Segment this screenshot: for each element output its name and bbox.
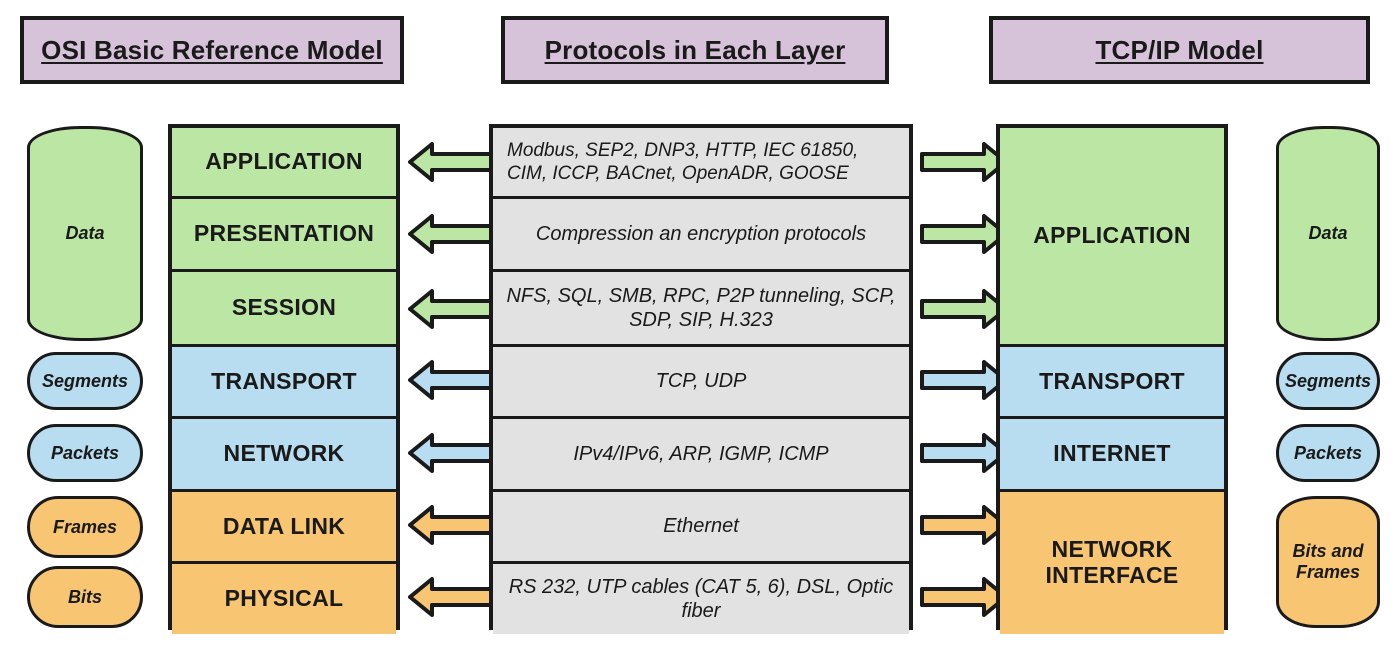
osi-data-unit-packets: Packets: [27, 424, 143, 482]
header-tcpip: TCP/IP Model: [989, 16, 1370, 84]
osi-data-unit-frames: Frames: [27, 496, 143, 558]
osi-layer-session[interactable]: SESSION: [172, 272, 396, 347]
arrow-right-transport-icon: [920, 359, 1008, 401]
osi-layer-presentation[interactable]: PRESENTATION: [172, 199, 396, 272]
protocols-row-physical: RS 232, UTP cables (CAT 5, 6), DSL, Opti…: [493, 564, 909, 634]
osi-layer-presentation-label: PRESENTATION: [193, 220, 375, 247]
arrow-left-physical-icon: [408, 576, 496, 618]
osi-layer-transport-label: TRANSPORT: [211, 367, 357, 394]
osi-data-unit-packets-label: Packets: [50, 442, 120, 463]
osi-layer-physical[interactable]: PHYSICAL: [172, 564, 396, 634]
tcpip-layer-internet[interactable]: INTERNET: [1000, 419, 1224, 492]
osi-layer-transport[interactable]: TRANSPORT: [172, 347, 396, 419]
protocols-row-data-link: Ethernet: [493, 492, 909, 564]
osi-layer-data-link[interactable]: DATA LINK: [172, 492, 396, 564]
arrow-right-session-icon: [920, 288, 1008, 330]
tcpip-layer-network-interface[interactable]: NETWORK INTERFACE: [1000, 492, 1224, 634]
osi-data-unit-segments: Segments: [27, 352, 143, 410]
osi-data-unit-bits: Bits: [27, 566, 143, 628]
osi-layer-data-link-label: DATA LINK: [222, 512, 346, 539]
protocols-row-session: NFS, SQL, SMB, RPC, P2P tunneling, SCP, …: [493, 272, 909, 347]
osi-layer-session-label: SESSION: [231, 294, 337, 321]
protocols-row-presentation-text: Compression an encryption protocols: [535, 222, 867, 245]
osi-data-unit-frames-label: Frames: [52, 516, 118, 537]
osi-data-unit-bits-label: Bits: [67, 586, 102, 607]
osi-layer-physical-label: PHYSICAL: [224, 585, 344, 612]
protocols-row-session-text: NFS, SQL, SMB, RPC, P2P tunneling, SCP, …: [506, 284, 896, 331]
tcpip-data-unit-data: Data: [1276, 126, 1380, 341]
osi-data-unit-data: Data: [27, 126, 143, 341]
protocols-row-transport: TCP, UDP: [493, 347, 909, 419]
tcpip-data-unit-segments-label: Segments: [1284, 370, 1372, 391]
protocols-row-application: Modbus, SEP2, DNP3, HTTP, IEC 61850, CIM…: [493, 128, 909, 199]
arrow-right-presentation-icon: [920, 213, 1008, 255]
arrow-right-network-icon: [920, 432, 1008, 474]
tcpip-data-unit-bits-and-frames: Bits and Frames: [1276, 496, 1380, 628]
protocols-row-network-text: IPv4/IPv6, ARP, IGMP, ICMP: [573, 442, 829, 465]
tcpip-layer-network-interface-label: NETWORK INTERFACE: [1045, 536, 1179, 588]
osi-layer-application[interactable]: APPLICATION: [172, 128, 396, 199]
osi-stack: APPLICATION PRESENTATION SESSION TRANSPO…: [168, 124, 400, 634]
protocols-row-presentation: Compression an encryption protocols: [493, 199, 909, 272]
osi-data-unit-segments-label: Segments: [41, 370, 129, 391]
tcpip-data-unit-bits-and-frames-label: Bits and Frames: [1292, 541, 1364, 582]
header-osi: OSI Basic Reference Model: [20, 16, 404, 84]
header-protocols: Protocols in Each Layer: [501, 16, 889, 84]
arrow-right-application-icon: [920, 141, 1008, 183]
header-protocols-label: Protocols in Each Layer: [544, 34, 846, 65]
arrow-left-data-link-icon: [408, 504, 496, 546]
tcpip-layer-transport[interactable]: TRANSPORT: [1000, 347, 1224, 419]
tcpip-data-unit-data-label: Data: [1308, 223, 1348, 244]
arrow-left-presentation-icon: [408, 213, 496, 255]
protocols-row-transport-text: TCP, UDP: [655, 370, 747, 393]
osi-layer-application-label: APPLICATION: [205, 148, 363, 175]
header-osi-label: OSI Basic Reference Model: [41, 34, 383, 65]
protocols-stack: Modbus, SEP2, DNP3, HTTP, IEC 61850, CIM…: [489, 124, 913, 634]
tcpip-stack: APPLICATION TRANSPORT INTERNET NETWORK I…: [996, 124, 1228, 634]
protocols-row-network: IPv4/IPv6, ARP, IGMP, ICMP: [493, 419, 909, 492]
header-tcpip-label: TCP/IP Model: [1095, 34, 1264, 65]
tcpip-layer-application-label: APPLICATION: [1033, 222, 1191, 249]
arrow-left-session-icon: [408, 288, 496, 330]
protocols-row-data-link-text: Ethernet: [663, 515, 739, 538]
arrow-right-data-link-icon: [920, 504, 1008, 546]
arrow-left-application-icon: [408, 141, 496, 183]
protocols-row-application-text: Modbus, SEP2, DNP3, HTTP, IEC 61850, CIM…: [507, 139, 859, 184]
osi-layer-network[interactable]: NETWORK: [172, 419, 396, 492]
arrow-left-network-icon: [408, 432, 496, 474]
arrow-left-transport-icon: [408, 359, 496, 401]
osi-layer-network-label: NETWORK: [223, 440, 345, 467]
tcpip-data-unit-packets-label: Packets: [1293, 442, 1363, 463]
tcpip-layer-internet-label: INTERNET: [1053, 440, 1171, 467]
tcpip-layer-application[interactable]: APPLICATION: [1000, 128, 1224, 347]
osi-data-unit-data-label: Data: [65, 223, 105, 244]
tcpip-layer-transport-label: TRANSPORT: [1039, 367, 1185, 394]
protocols-row-physical-text: RS 232, UTP cables (CAT 5, 6), DSL, Opti…: [508, 575, 894, 622]
diagram-canvas: OSI Basic Reference Model Protocols in E…: [0, 0, 1391, 661]
tcpip-data-unit-packets: Packets: [1276, 424, 1380, 482]
arrow-right-physical-icon: [920, 576, 1008, 618]
tcpip-data-unit-segments: Segments: [1276, 352, 1380, 410]
